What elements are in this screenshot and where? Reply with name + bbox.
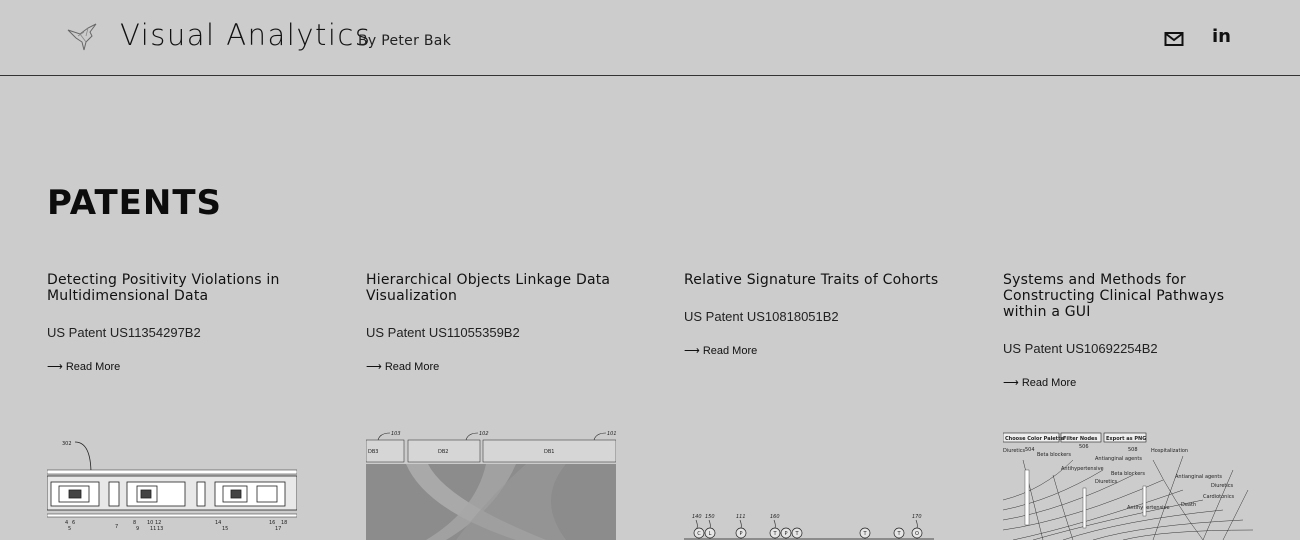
figure-ref: 508 (1128, 447, 1138, 453)
fig-tick: 17 (275, 526, 281, 532)
node-label: C (697, 531, 701, 537)
patent-title: Systems and Methods for Constructing Cli… (1003, 272, 1225, 320)
figure-ref: 506 (1079, 444, 1089, 450)
db-label: DB3 (368, 449, 378, 455)
figure-ref: 170 (912, 514, 922, 520)
site-byline: By Peter Bak (358, 33, 452, 49)
fig-tick: 9 (136, 526, 139, 532)
fig-tick: 13 (157, 526, 163, 532)
figure-ref: 101 (607, 431, 616, 437)
read-more-link[interactable]: ⟶ Read More (47, 360, 120, 373)
figure-ref: 150 (705, 514, 715, 520)
figure-ref: 160 (770, 514, 780, 520)
patent-figure-2[interactable]: 103 102 101 DB3 DB2 DB1 (366, 430, 616, 540)
patent-number: US Patent US10692254B2 (1003, 341, 1158, 356)
node-label: O (915, 531, 919, 537)
hummingbird-logo-icon[interactable] (66, 22, 102, 52)
pathway-label: Antianginal agents (1095, 456, 1142, 462)
patent-title: Detecting Positivity Violations in Multi… (47, 272, 280, 304)
fig-tick: 18 (281, 520, 287, 526)
site-header: Visual Analytics By Peter Bak in (0, 0, 1300, 76)
node-label: L (709, 531, 712, 537)
figure-ref: 140 (692, 514, 702, 520)
fig-tick: 11 (150, 526, 156, 532)
figure-button-label: Choose Color Palette (1005, 436, 1064, 442)
fig-tick: 5 (68, 526, 71, 532)
linkedin-icon[interactable]: in (1212, 26, 1231, 48)
read-more-link[interactable]: ⟶ Read More (1003, 376, 1076, 389)
pathway-label: Hospitalization (1151, 448, 1188, 454)
patent-card: Relative Signature Traits of Cohorts US … (684, 272, 946, 358)
patent-card: Hierarchical Objects Linkage Data Visual… (366, 272, 628, 374)
node-label: P (784, 531, 787, 537)
fig-tick: 6 (72, 520, 75, 526)
figure-button-label: Export as PNG (1106, 436, 1146, 442)
pathway-label: Antianginal agents (1175, 474, 1222, 480)
pathway-label: Antihypertensive (1061, 466, 1104, 472)
read-more-link[interactable]: ⟶ Read More (684, 344, 757, 357)
figure-button-label: Filter Nodes (1063, 436, 1097, 442)
patent-number: US Patent US11354297B2 (47, 325, 201, 340)
figure-ref: 302 (62, 441, 72, 447)
pathway-label: Cardiotonics (1203, 494, 1234, 500)
fig-tick: 15 (222, 526, 228, 532)
patent-figure-3[interactable]: 140 150 111 160 170 C L P T P T T T O (684, 430, 934, 540)
figure-ref: 504 (1025, 447, 1035, 453)
pathway-label: Diuretics (1003, 448, 1026, 454)
site-title[interactable]: Visual Analytics (120, 18, 371, 52)
mail-icon[interactable] (1164, 31, 1184, 47)
figure-ref: 102 (479, 431, 489, 437)
patent-number: US Patent US10818051B2 (684, 309, 839, 324)
fig-tick: 7 (115, 524, 118, 530)
patent-title: Relative Signature Traits of Cohorts (684, 272, 939, 288)
fig-tick: 14 (215, 520, 221, 526)
db-label: DB1 (544, 449, 554, 455)
db-label: DB2 (438, 449, 448, 455)
patent-title: Hierarchical Objects Linkage Data Visual… (366, 272, 611, 304)
patent-card: Systems and Methods for Constructing Cli… (1003, 272, 1265, 390)
pathway-label: Beta blockers (1111, 471, 1145, 477)
patent-figure-4[interactable]: Choose Color Palette Filter Nodes Export… (1003, 430, 1253, 540)
patent-card: Detecting Positivity Violations in Multi… (47, 272, 309, 374)
figure-ref: 111 (736, 514, 746, 520)
section-title: PATENTS (47, 183, 223, 223)
pathway-label: Diuretics (1211, 483, 1234, 489)
pathway-label: Beta blockers (1037, 452, 1071, 458)
node-label: P (739, 531, 742, 537)
figure-ref: 103 (391, 431, 401, 437)
patent-number: US Patent US11055359B2 (366, 325, 520, 340)
read-more-link[interactable]: ⟶ Read More (366, 360, 439, 373)
patent-figure-1[interactable]: 302 4 6 5 7 8 9 10 12 11 13 14 15 16 18 (47, 430, 297, 540)
